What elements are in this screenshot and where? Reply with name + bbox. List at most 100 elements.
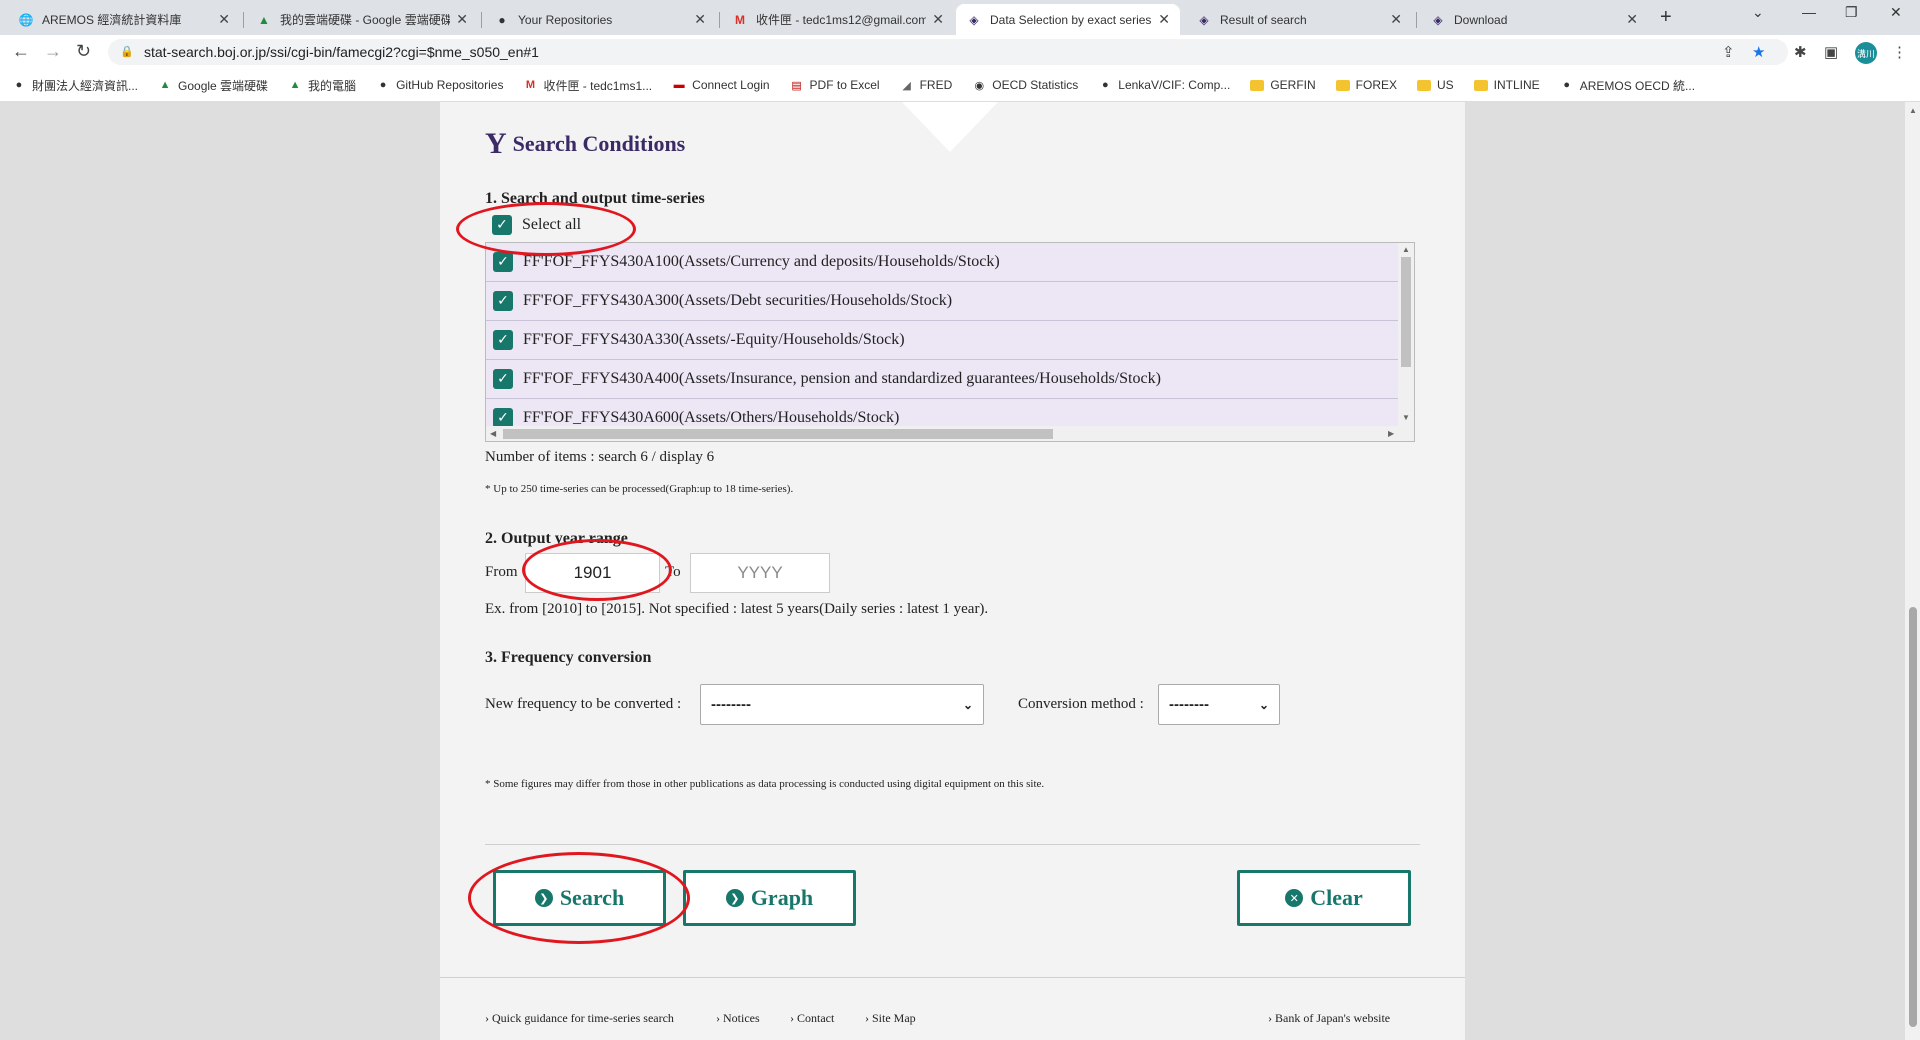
tab-google-drive[interactable]: ▲ 我的雲端硬碟 - Google 雲端硬碟 ✕: [246, 4, 478, 35]
divider: [485, 844, 1420, 845]
forward-icon[interactable]: →: [44, 41, 62, 62]
bookmark-item[interactable]: ● GitHub Repositories: [376, 78, 504, 92]
scroll-down-icon[interactable]: ▼: [1402, 413, 1410, 422]
folder-icon: [1250, 79, 1265, 91]
scroll-right-icon[interactable]: ▶: [1388, 429, 1394, 438]
checkbox-checked-icon[interactable]: ✓: [493, 252, 513, 272]
footer-link-guidance[interactable]: › Quick guidance for time-series search: [485, 1011, 674, 1026]
checkbox-checked-icon[interactable]: ✓: [492, 215, 512, 235]
lock-icon[interactable]: 🔒: [120, 45, 134, 59]
footer-link-contact[interactable]: › Contact: [790, 1011, 834, 1026]
panel-notch: [902, 102, 998, 152]
section-2-title: 2. Output year range: [485, 530, 628, 547]
footer-link-notices[interactable]: › Notices: [716, 1011, 760, 1026]
close-icon[interactable]: ✕: [932, 11, 944, 28]
globe-icon: ●: [15, 79, 23, 91]
scroll-left-icon[interactable]: ◀: [490, 429, 496, 438]
list-vertical-scrollbar[interactable]: ▲ ▼: [1398, 243, 1414, 427]
page-title: Y Search Conditions: [485, 127, 686, 160]
checkbox-checked-icon[interactable]: ✓: [493, 330, 513, 350]
checkbox-checked-icon[interactable]: ✓: [493, 291, 513, 311]
select-all-checkbox[interactable]: ✓ Select all: [492, 215, 581, 235]
list-horizontal-scrollbar[interactable]: ◀ ▶: [486, 426, 1414, 441]
bookmark-item[interactable]: ◢ FRED: [900, 78, 952, 92]
conversion-method-select[interactable]: -------- ⌄: [1158, 684, 1280, 725]
bookmark-item[interactable]: ◉ OECD Statistics: [972, 78, 1078, 92]
page-scrollbar[interactable]: ▲: [1905, 102, 1920, 1040]
vertical-scroll-thumb[interactable]: [1401, 257, 1411, 367]
boj-icon: ◈: [1433, 12, 1443, 27]
back-icon[interactable]: ←: [12, 41, 30, 62]
google-drive-icon: ▲: [159, 79, 171, 91]
bookmark-star-icon[interactable]: ★: [1752, 43, 1765, 61]
extensions-icon[interactable]: ✱: [1794, 43, 1807, 61]
bookmark-item[interactable]: ▲ 我的電腦: [288, 77, 356, 94]
avatar[interactable]: 溝川: [1855, 42, 1877, 64]
bookmark-folder[interactable]: US: [1417, 78, 1454, 92]
tab-data-selection[interactable]: ◈ Data Selection by exact series ✕: [956, 4, 1180, 35]
bookmark-item[interactable]: M 收件匣 - tedc1ms1...: [523, 77, 652, 94]
tab-divider: [481, 12, 482, 28]
clear-button[interactable]: ✕ Clear: [1237, 870, 1411, 926]
item-count: Number of items : search 6 / display 6: [485, 449, 715, 465]
tab-result-of-search[interactable]: ◈ Result of search ✕: [1186, 4, 1412, 35]
bookmark-folder[interactable]: INTLINE: [1473, 78, 1540, 92]
from-year-input[interactable]: 1901: [525, 553, 660, 593]
checkbox-checked-icon[interactable]: ✓: [493, 408, 513, 428]
new-tab-icon[interactable]: +: [1660, 6, 1672, 29]
chart-icon: ◢: [902, 79, 911, 92]
window-close-icon[interactable]: ✕: [1890, 4, 1902, 21]
reload-icon[interactable]: ↻: [76, 41, 91, 62]
close-icon[interactable]: ✕: [1158, 11, 1170, 28]
chevron-down-icon: ⌄: [1258, 697, 1269, 712]
close-icon[interactable]: ✕: [218, 11, 230, 28]
section-3-title: 3. Frequency conversion: [485, 649, 652, 666]
frequency-select[interactable]: -------- ⌄: [700, 684, 984, 725]
bookmark-item[interactable]: ▲ Google 雲端硬碟: [158, 77, 268, 94]
page-viewport: Y Search Conditions 1. Search and output…: [0, 102, 1905, 1040]
scroll-up-icon[interactable]: ▲: [1909, 106, 1917, 115]
scroll-up-icon[interactable]: ▲: [1402, 245, 1410, 254]
footer-link-boj[interactable]: › Bank of Japan's website: [1268, 1011, 1390, 1026]
frequency-label: New frequency to be converted :: [485, 696, 682, 712]
tab-search-chevron-icon[interactable]: ⌄: [1752, 4, 1764, 21]
close-icon[interactable]: ✕: [1390, 11, 1402, 28]
checkbox-checked-icon[interactable]: ✓: [493, 369, 513, 389]
horizontal-scroll-thumb[interactable]: [503, 429, 1053, 439]
address-bar[interactable]: 🔒 stat-search.boj.or.jp/ssi/cgi-bin/fame…: [108, 39, 1788, 65]
page-scroll-thumb[interactable]: [1909, 607, 1917, 1027]
tab-gmail[interactable]: M 收件匣 - tedc1ms12@gmail.com ✕: [722, 4, 954, 35]
close-icon[interactable]: ✕: [1626, 11, 1638, 28]
series-list[interactable]: ✓ FF'FOF_FFYS430A100(Assets/Currency and …: [485, 242, 1415, 442]
close-icon[interactable]: ✕: [694, 11, 706, 28]
folder-icon: [1473, 79, 1488, 91]
share-icon[interactable]: ⇪: [1722, 43, 1735, 61]
bookmark-item[interactable]: ▬ Connect Login: [672, 78, 770, 92]
bookmark-item[interactable]: ● 財團法人經濟資訊...: [12, 77, 138, 94]
series-row[interactable]: ✓ FF'FOF_FFYS430A330(Assets/-Equity/House…: [486, 321, 1399, 360]
bookmark-folder[interactable]: FOREX: [1335, 78, 1397, 92]
menu-icon[interactable]: ⋮: [1892, 43, 1907, 61]
minimize-icon[interactable]: —: [1802, 4, 1816, 20]
series-row[interactable]: ✓ FF'FOF_FFYS430A400(Assets/Insurance, pe…: [486, 360, 1399, 399]
to-year-input[interactable]: YYYY: [690, 553, 830, 593]
restore-icon[interactable]: ❐: [1845, 4, 1858, 21]
google-drive-icon: ▲: [258, 12, 270, 27]
tab-download[interactable]: ◈ Download ✕: [1420, 4, 1648, 35]
bookmark-item[interactable]: ▤ PDF to Excel: [790, 78, 879, 92]
close-icon[interactable]: ✕: [456, 11, 468, 28]
bookmark-item[interactable]: ● LenkaV/CIF: Comp...: [1098, 78, 1230, 92]
bookmark-folder[interactable]: GERFIN: [1250, 78, 1316, 92]
boj-icon: ◈: [969, 12, 979, 27]
graph-button[interactable]: ❯ Graph: [683, 870, 856, 926]
series-row[interactable]: ✓ FF'FOF_FFYS430A100(Assets/Currency and …: [486, 243, 1399, 282]
search-button[interactable]: ❯ Search: [493, 870, 666, 926]
series-row[interactable]: ✓ FF'FOF_FFYS430A300(Assets/Debt securiti…: [486, 282, 1399, 321]
bookmark-item[interactable]: ● AREMOS OECD 統...: [1560, 77, 1695, 94]
footer-link-sitemap[interactable]: › Site Map: [865, 1011, 916, 1026]
tab-github[interactable]: ● Your Repositories ✕: [484, 4, 716, 35]
tab-aremos[interactable]: 🌐 AREMOS 經濟統計資料庫 ✕: [8, 4, 240, 35]
bookmarks-bar: ● 財團法人經濟資訊... ▲ Google 雲端硬碟 ▲ 我的電腦 ● GitHub …: [0, 69, 1920, 102]
side-panel-icon[interactable]: ▣: [1824, 43, 1838, 61]
to-label: To: [665, 564, 681, 580]
